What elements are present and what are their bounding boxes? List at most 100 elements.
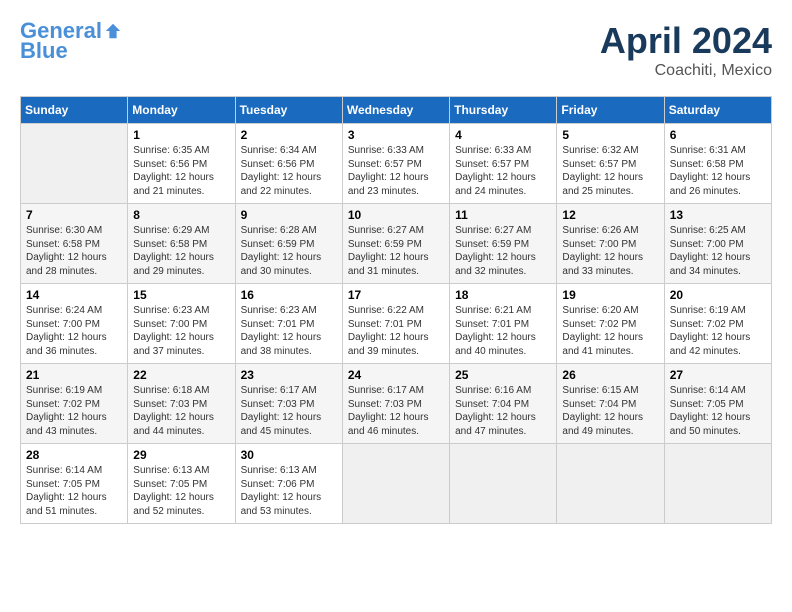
day-number: 21 xyxy=(26,368,122,382)
day-number: 1 xyxy=(133,128,229,142)
day-number: 19 xyxy=(562,288,658,302)
day-info: Sunrise: 6:17 AMSunset: 7:03 PMDaylight:… xyxy=(241,384,337,438)
day-info: Sunrise: 6:19 AMSunset: 7:02 PMDaylight:… xyxy=(26,384,122,438)
week-row-5: 28Sunrise: 6:14 AMSunset: 7:05 PMDayligh… xyxy=(21,444,772,524)
day-cell: 15 Sunrise: 6:23 AMSunset: 7:00 PMDayligh… xyxy=(128,284,235,364)
week-row-4: 21 Sunrise: 6:19 AMSunset: 7:02 PMDayligh… xyxy=(21,364,772,444)
col-header-thursday: Thursday xyxy=(450,97,557,124)
day-number: 16 xyxy=(241,288,337,302)
day-cell: 22 Sunrise: 6:18 AMSunset: 7:03 PMDayligh… xyxy=(128,364,235,444)
day-info: Sunrise: 6:31 AMSunset: 6:58 PMDaylight:… xyxy=(670,144,766,198)
day-number: 17 xyxy=(348,288,444,302)
day-cell xyxy=(342,444,449,524)
day-number: 22 xyxy=(133,368,229,382)
day-number: 7 xyxy=(26,208,122,222)
day-info: Sunrise: 6:13 AMSunset: 7:06 PMDaylight:… xyxy=(241,464,337,518)
week-row-3: 14Sunrise: 6:24 AMSunset: 7:00 PMDayligh… xyxy=(21,284,772,364)
day-cell xyxy=(21,124,128,204)
day-cell: 26 Sunrise: 6:15 AMSunset: 7:04 PMDayligh… xyxy=(557,364,664,444)
day-cell: 1 Sunrise: 6:35 AMSunset: 6:56 PMDaylight… xyxy=(128,124,235,204)
day-cell xyxy=(557,444,664,524)
day-info: Sunrise: 6:33 AMSunset: 6:57 PMDaylight:… xyxy=(348,144,444,198)
day-info: Sunrise: 6:26 AMSunset: 7:00 PMDaylight:… xyxy=(562,224,658,278)
day-info: Sunrise: 6:35 AMSunset: 6:56 PMDaylight:… xyxy=(133,144,229,198)
day-cell: 4 Sunrise: 6:33 AMSunset: 6:57 PMDaylight… xyxy=(450,124,557,204)
day-cell: 6 Sunrise: 6:31 AMSunset: 6:58 PMDaylight… xyxy=(664,124,771,204)
day-info: Sunrise: 6:27 AMSunset: 6:59 PMDaylight:… xyxy=(455,224,551,278)
day-cell: 11 Sunrise: 6:27 AMSunset: 6:59 PMDayligh… xyxy=(450,204,557,284)
day-info: Sunrise: 6:33 AMSunset: 6:57 PMDaylight:… xyxy=(455,144,551,198)
col-header-monday: Monday xyxy=(128,97,235,124)
day-number: 25 xyxy=(455,368,551,382)
day-cell: 24Sunrise: 6:17 AMSunset: 7:03 PMDayligh… xyxy=(342,364,449,444)
day-cell: 2 Sunrise: 6:34 AMSunset: 6:56 PMDaylight… xyxy=(235,124,342,204)
logo: General Blue xyxy=(20,20,122,64)
day-info: Sunrise: 6:13 AMSunset: 7:05 PMDaylight:… xyxy=(133,464,229,518)
day-cell: 29 Sunrise: 6:13 AMSunset: 7:05 PMDayligh… xyxy=(128,444,235,524)
day-cell: 7 Sunrise: 6:30 AMSunset: 6:58 PMDaylight… xyxy=(21,204,128,284)
day-cell: 18 Sunrise: 6:21 AMSunset: 7:01 PMDayligh… xyxy=(450,284,557,364)
day-cell: 8 Sunrise: 6:29 AMSunset: 6:58 PMDaylight… xyxy=(128,204,235,284)
day-cell: 12 Sunrise: 6:26 AMSunset: 7:00 PMDayligh… xyxy=(557,204,664,284)
logo-icon xyxy=(104,22,122,40)
day-info: Sunrise: 6:25 AMSunset: 7:00 PMDaylight:… xyxy=(670,224,766,278)
day-number: 4 xyxy=(455,128,551,142)
day-info: Sunrise: 6:23 AMSunset: 7:00 PMDaylight:… xyxy=(133,304,229,358)
day-number: 30 xyxy=(241,448,337,462)
day-cell xyxy=(450,444,557,524)
day-number: 20 xyxy=(670,288,766,302)
month-title: April 2024 xyxy=(600,20,772,62)
day-number: 26 xyxy=(562,368,658,382)
day-number: 28 xyxy=(26,448,122,462)
day-cell: 10Sunrise: 6:27 AMSunset: 6:59 PMDayligh… xyxy=(342,204,449,284)
day-info: Sunrise: 6:27 AMSunset: 6:59 PMDaylight:… xyxy=(348,224,444,278)
day-cell: 21 Sunrise: 6:19 AMSunset: 7:02 PMDayligh… xyxy=(21,364,128,444)
day-cell: 5Sunrise: 6:32 AMSunset: 6:57 PMDaylight… xyxy=(557,124,664,204)
day-number: 11 xyxy=(455,208,551,222)
day-cell: 19 Sunrise: 6:20 AMSunset: 7:02 PMDayligh… xyxy=(557,284,664,364)
day-number: 2 xyxy=(241,128,337,142)
day-info: Sunrise: 6:15 AMSunset: 7:04 PMDaylight:… xyxy=(562,384,658,438)
day-info: Sunrise: 6:22 AMSunset: 7:01 PMDaylight:… xyxy=(348,304,444,358)
col-header-sunday: Sunday xyxy=(21,97,128,124)
col-header-friday: Friday xyxy=(557,97,664,124)
day-cell: 9 Sunrise: 6:28 AMSunset: 6:59 PMDaylight… xyxy=(235,204,342,284)
day-cell: 23 Sunrise: 6:17 AMSunset: 7:03 PMDayligh… xyxy=(235,364,342,444)
col-header-tuesday: Tuesday xyxy=(235,97,342,124)
day-info: Sunrise: 6:24 AMSunset: 7:00 PMDaylight:… xyxy=(26,304,122,358)
calendar-table: SundayMondayTuesdayWednesdayThursdayFrid… xyxy=(20,96,772,524)
day-cell: 30 Sunrise: 6:13 AMSunset: 7:06 PMDayligh… xyxy=(235,444,342,524)
day-info: Sunrise: 6:21 AMSunset: 7:01 PMDaylight:… xyxy=(455,304,551,358)
day-cell xyxy=(664,444,771,524)
week-row-1: 1 Sunrise: 6:35 AMSunset: 6:56 PMDaylight… xyxy=(21,124,772,204)
day-number: 6 xyxy=(670,128,766,142)
day-cell: 20Sunrise: 6:19 AMSunset: 7:02 PMDayligh… xyxy=(664,284,771,364)
day-number: 23 xyxy=(241,368,337,382)
day-cell: 25Sunrise: 6:16 AMSunset: 7:04 PMDayligh… xyxy=(450,364,557,444)
day-info: Sunrise: 6:32 AMSunset: 6:57 PMDaylight:… xyxy=(562,144,658,198)
day-number: 15 xyxy=(133,288,229,302)
page-header: General Blue April 2024 Coachiti, Mexico xyxy=(20,20,772,80)
location-subtitle: Coachiti, Mexico xyxy=(600,62,772,80)
day-info: Sunrise: 6:28 AMSunset: 6:59 PMDaylight:… xyxy=(241,224,337,278)
day-number: 12 xyxy=(562,208,658,222)
day-cell: 17 Sunrise: 6:22 AMSunset: 7:01 PMDayligh… xyxy=(342,284,449,364)
day-cell: 16 Sunrise: 6:23 AMSunset: 7:01 PMDayligh… xyxy=(235,284,342,364)
day-info: Sunrise: 6:20 AMSunset: 7:02 PMDaylight:… xyxy=(562,304,658,358)
day-number: 8 xyxy=(133,208,229,222)
col-header-saturday: Saturday xyxy=(664,97,771,124)
day-number: 27 xyxy=(670,368,766,382)
day-number: 24 xyxy=(348,368,444,382)
title-block: April 2024 Coachiti, Mexico xyxy=(600,20,772,80)
day-info: Sunrise: 6:29 AMSunset: 6:58 PMDaylight:… xyxy=(133,224,229,278)
day-number: 3 xyxy=(348,128,444,142)
day-info: Sunrise: 6:18 AMSunset: 7:03 PMDaylight:… xyxy=(133,384,229,438)
day-info: Sunrise: 6:30 AMSunset: 6:58 PMDaylight:… xyxy=(26,224,122,278)
day-number: 9 xyxy=(241,208,337,222)
day-info: Sunrise: 6:34 AMSunset: 6:56 PMDaylight:… xyxy=(241,144,337,198)
day-number: 18 xyxy=(455,288,551,302)
day-number: 13 xyxy=(670,208,766,222)
day-number: 29 xyxy=(133,448,229,462)
day-info: Sunrise: 6:23 AMSunset: 7:01 PMDaylight:… xyxy=(241,304,337,358)
week-row-2: 7 Sunrise: 6:30 AMSunset: 6:58 PMDaylight… xyxy=(21,204,772,284)
